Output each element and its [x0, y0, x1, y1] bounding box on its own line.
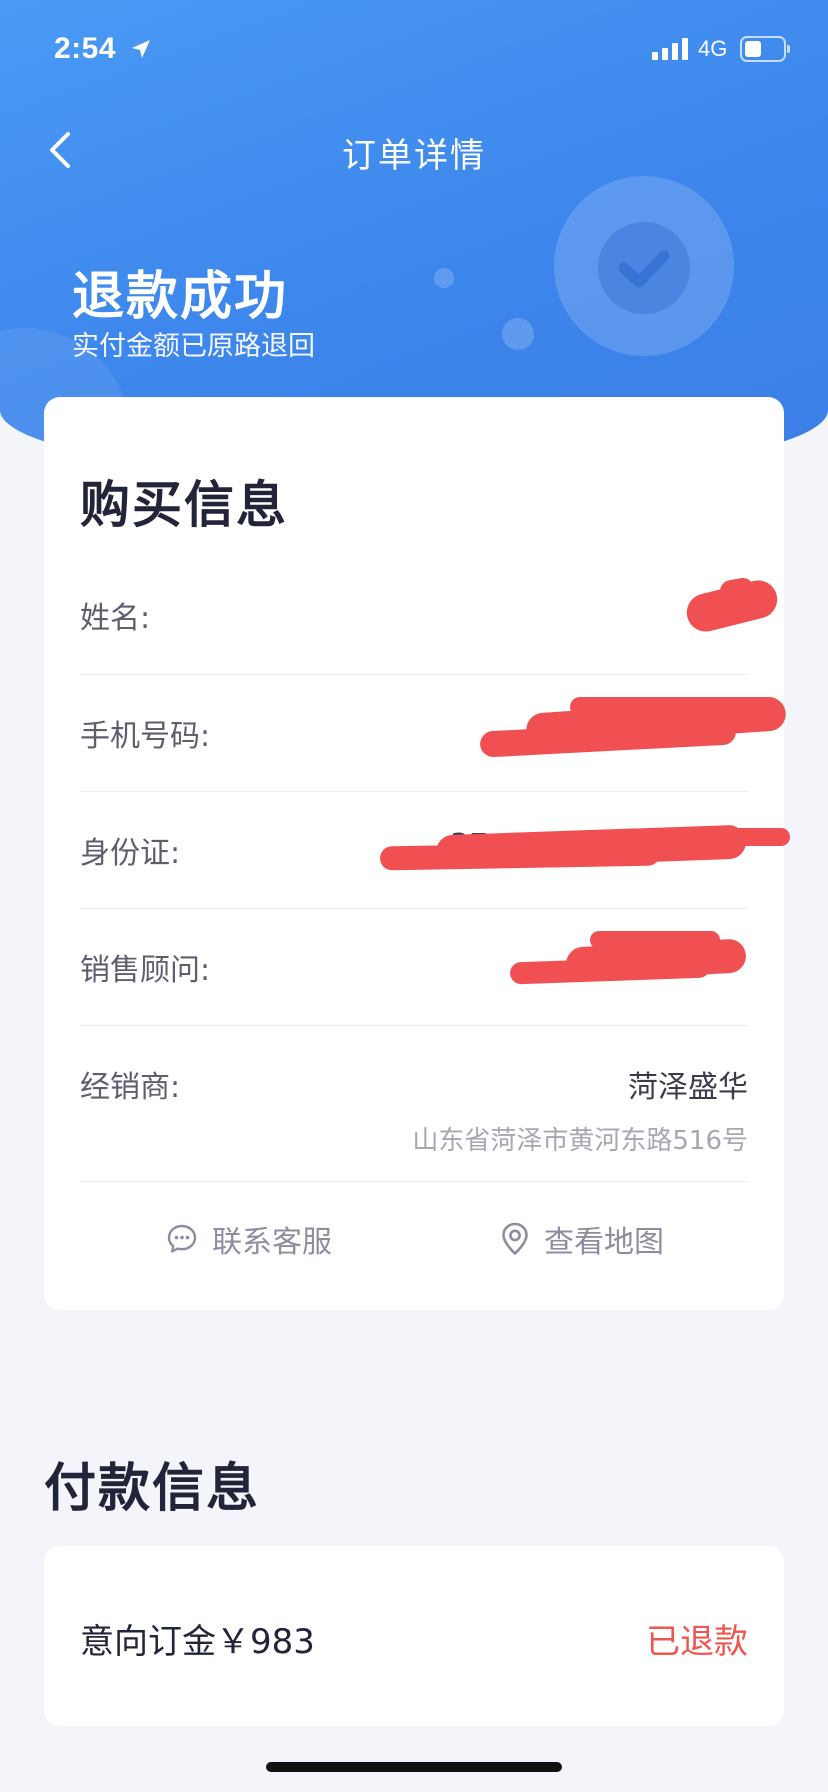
payment-amount: ￥983 — [216, 1622, 315, 1662]
navigation-bar: 订单详情 — [0, 110, 828, 190]
cellular-signal-icon — [652, 38, 688, 60]
name-row: 姓名: — [80, 557, 782, 675]
phone-row: 手机号码: — [80, 675, 787, 792]
phone-label: 手机号码: — [80, 719, 211, 754]
battery-icon — [740, 36, 790, 62]
view-map-label: 查看地图 — [544, 1225, 664, 1260]
payment-info-title: 付款信息 — [44, 1459, 261, 1519]
network-type: 4G — [698, 36, 728, 61]
dealer-row: 经销商: 菏泽盛华 山东省菏泽市黄河东路516号 — [80, 1026, 748, 1182]
phone-redaction — [570, 697, 780, 717]
sales-consultant-redaction — [509, 955, 711, 985]
status-bar: 2:54 4G — [0, 0, 828, 100]
home-indicator[interactable] — [266, 1762, 562, 1772]
id-card-redaction — [379, 841, 661, 871]
dealer-name: 菏泽盛华 — [628, 1070, 748, 1105]
location-pin-icon — [502, 1222, 528, 1255]
id-card-row: 身份证: 37 — [80, 792, 790, 909]
purchase-info-card: 购买信息 姓名: 手机号码: 身份证: 37 销售顾问: 1 经销商: 菏泽盛华… — [44, 397, 790, 1310]
dealer-label: 经销商: — [80, 1070, 181, 1105]
payment-item-label: 意向订金 — [80, 1622, 216, 1662]
refund-status-subtitle: 实付金额已原路退回 — [72, 331, 315, 362]
payment-info-card: 意向订金￥983 已退款 — [44, 1546, 784, 1726]
page-title: 订单详情 — [342, 136, 486, 176]
location-arrow-icon — [132, 40, 150, 58]
contact-service-label: 联系客服 — [212, 1225, 332, 1260]
decor-dot — [434, 268, 454, 288]
sales-consultant-label: 销售顾问: — [80, 953, 211, 988]
purchase-info-title: 购买信息 — [80, 476, 288, 534]
status-time: 2:54 — [54, 32, 117, 65]
sales-consultant-row: 销售顾问: 1 — [80, 909, 748, 1026]
payment-item: 意向订金￥983 — [80, 1614, 315, 1663]
decor-dot — [502, 318, 534, 350]
id-card-label: 身份证: — [80, 836, 181, 871]
chat-bubble-icon — [167, 1224, 197, 1253]
phone-redaction — [479, 718, 737, 758]
contact-service-button[interactable]: 联系客服 — [166, 1209, 332, 1269]
name-label: 姓名: — [80, 601, 151, 636]
refund-status-title: 退款成功 — [72, 267, 289, 327]
dealer-address: 山东省菏泽市黄河东路516号 — [412, 1126, 748, 1156]
sales-consultant-redaction — [590, 931, 720, 949]
view-map-button[interactable]: 查看地图 — [500, 1209, 664, 1269]
refund-status-badge: 已退款 — [646, 1622, 748, 1662]
id-card-redaction — [640, 828, 790, 846]
check-icon — [598, 222, 690, 314]
